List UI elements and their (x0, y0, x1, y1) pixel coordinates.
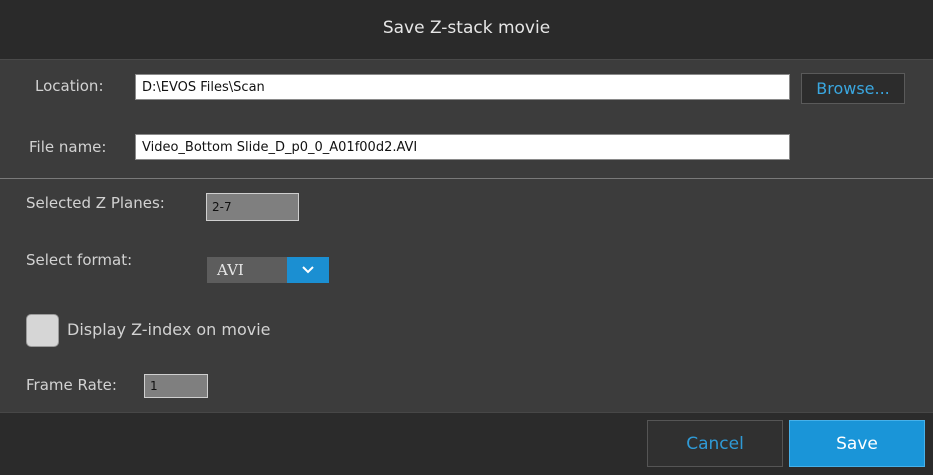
dialog-title: Save Z-stack movie (382, 18, 551, 38)
location-input[interactable] (135, 74, 790, 100)
file-name-label: File name: (29, 138, 107, 156)
save-button[interactable]: Save (789, 420, 925, 467)
format-dropdown-button[interactable] (287, 257, 329, 283)
format-selected-value[interactable]: AVI (207, 257, 287, 283)
save-z-stack-dialog: Save Z-stack movie Location: Browse... F… (0, 0, 933, 475)
location-label: Location: (35, 77, 104, 95)
z-planes-input[interactable] (206, 193, 299, 221)
format-label: Select format: (26, 251, 133, 269)
display-z-index-checkbox[interactable] (26, 314, 59, 347)
title-bar: Save Z-stack movie (0, 0, 933, 60)
browse-button[interactable]: Browse... (801, 73, 905, 104)
frame-rate-input[interactable] (144, 374, 208, 398)
z-planes-label: Selected Z Planes: (26, 194, 165, 212)
cancel-button[interactable]: Cancel (647, 420, 783, 467)
section-divider (0, 178, 933, 179)
format-select[interactable]: AVI (207, 257, 329, 283)
display-z-index-label: Display Z-index on movie (67, 320, 271, 339)
frame-rate-label: Frame Rate: (26, 376, 117, 394)
file-name-input[interactable] (135, 134, 790, 160)
